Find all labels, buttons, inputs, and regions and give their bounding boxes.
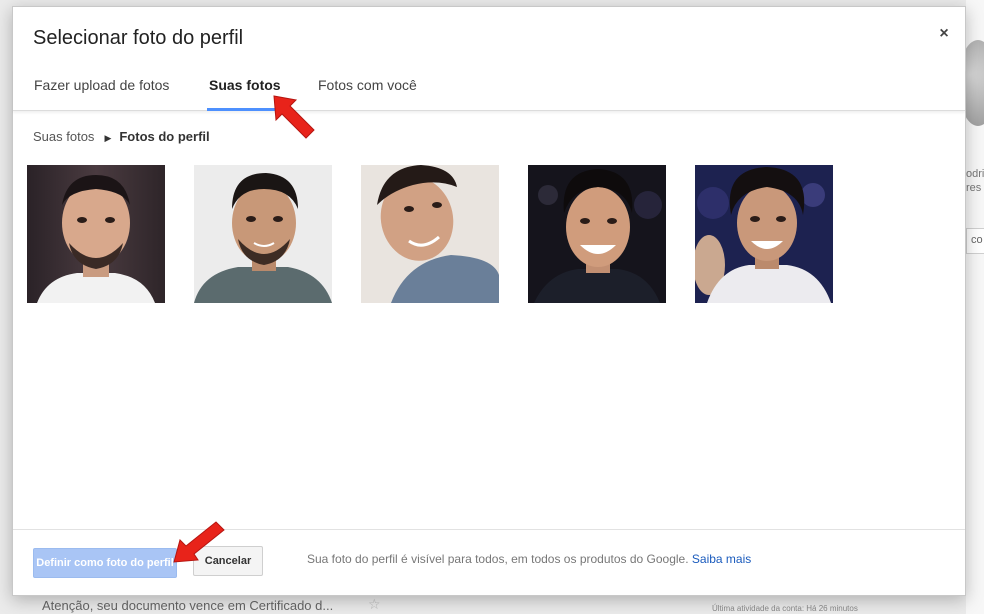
tab-photos-of-you[interactable]: Fotos com você: [318, 77, 417, 111]
photo-thumbnail: [361, 165, 499, 303]
select-profile-photo-dialog: Selecionar foto do perfil × Fazer upload…: [12, 6, 966, 596]
caret-right-icon: ▶: [104, 133, 112, 143]
profile-photo[interactable]: [194, 165, 332, 303]
photo-thumbnail: [528, 165, 666, 303]
profile-photo[interactable]: [27, 165, 165, 303]
background-side-text: odri: [966, 168, 984, 180]
dialog-footer: Definir como foto do perfil Cancelar Sua…: [13, 529, 965, 595]
background-side-text: res: [966, 182, 982, 194]
tab-bar: Fazer upload de fotos Suas fotos Fotos c…: [13, 69, 965, 111]
arrow-annotation-icon: [273, 95, 315, 139]
profile-photo[interactable]: [528, 165, 666, 303]
close-icon[interactable]: ×: [935, 25, 953, 43]
tab-label: Fotos com você: [318, 77, 417, 93]
profile-photo[interactable]: [361, 165, 499, 303]
arrow-annotation-icon: [173, 521, 225, 563]
breadcrumb-root[interactable]: Suas fotos: [33, 129, 94, 144]
set-profile-photo-button[interactable]: Definir como foto do perfil: [33, 548, 177, 578]
star-icon: ☆: [368, 596, 381, 612]
visibility-note-text: Sua foto do perfil é visível para todos,…: [307, 552, 689, 566]
breadcrumb: Suas fotos ▶ Fotos do perfil: [33, 129, 210, 144]
background-email-subject: Atenção, seu documento vence em Certific…: [42, 598, 334, 613]
photo-thumbnail: [695, 165, 833, 303]
photo-thumbnail: [194, 165, 332, 303]
visibility-note: Sua foto do perfil é visível para todos,…: [307, 552, 751, 566]
background-side-button: co: [966, 228, 984, 254]
profile-photo[interactable]: [695, 165, 833, 303]
tab-upload-photos[interactable]: Fazer upload de fotos: [34, 77, 169, 111]
tab-label: Suas fotos: [209, 77, 281, 93]
learn-more-link[interactable]: Saiba mais: [692, 552, 751, 566]
breadcrumb-current: Fotos do perfil: [119, 129, 210, 144]
tab-label: Fazer upload de fotos: [34, 77, 170, 93]
dialog-title: Selecionar foto do perfil: [33, 27, 244, 49]
photo-thumbnail: [27, 165, 165, 303]
background-activity-text: Última atividade da conta: Há 26 minutos: [712, 604, 858, 613]
